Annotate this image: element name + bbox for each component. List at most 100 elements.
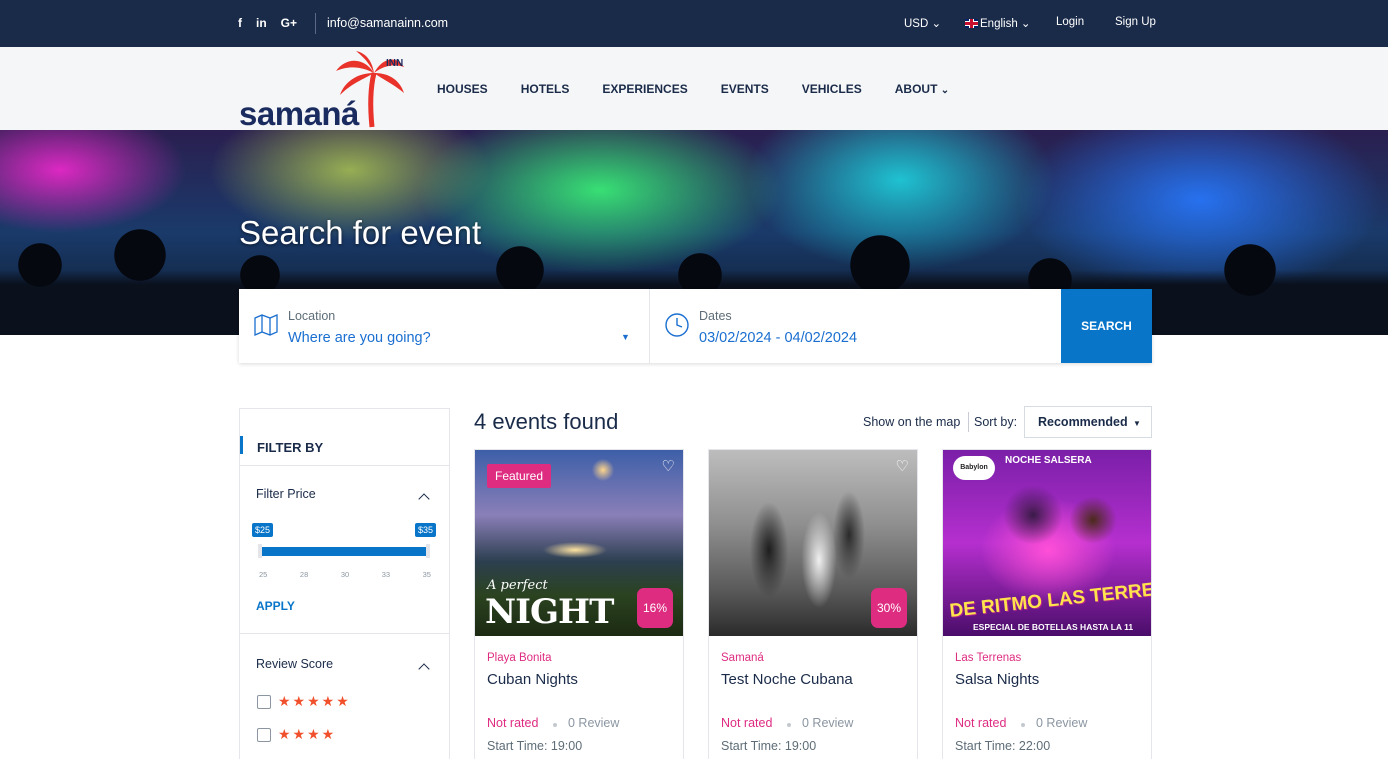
event-image[interactable]: ♡ 30% — [709, 450, 917, 636]
samana-inn-logo[interactable]: samaná INN — [238, 51, 408, 132]
dates-field[interactable]: Dates 03/02/2024 - 04/02/2024 — [650, 289, 1061, 363]
nav-houses[interactable]: HOUSES — [437, 82, 488, 96]
event-title[interactable]: Salsa Nights — [955, 671, 1039, 688]
filter-sidebar: FILTER BY Filter Price $25 $35 25 28 30 … — [239, 408, 450, 759]
price-slider-ticks: 25 28 30 33 35 — [259, 570, 431, 579]
review-score-5[interactable]: ★★★★★ — [257, 693, 351, 710]
review-score-title: Review Score — [256, 657, 334, 671]
search-button[interactable]: SEARCH — [1061, 289, 1152, 363]
currency-selector[interactable]: USD ⌄ — [904, 16, 941, 30]
event-start-time: Start Time: 19:00 — [487, 739, 583, 753]
review-score-4[interactable]: ★★★★ — [257, 726, 336, 743]
event-reviews: 0 Review — [1036, 716, 1088, 730]
event-image[interactable]: Babylon NOCHE SALSERA DE RITMO LAS TERRE… — [943, 450, 1151, 636]
event-start-time: Start Time: 22:00 — [955, 739, 1051, 753]
event-rating: Not rated — [487, 716, 539, 730]
event-title[interactable]: Cuban Nights — [487, 671, 578, 688]
sort-label: Sort by: — [974, 415, 1018, 429]
tick-label: 25 — [259, 570, 268, 579]
event-card[interactable]: Babylon NOCHE SALSERA DE RITMO LAS TERRE… — [942, 449, 1152, 759]
facebook-icon[interactable]: f — [238, 16, 242, 30]
logo-wordmark: samaná — [239, 95, 359, 132]
dates-input[interactable]: 03/02/2024 - 04/02/2024 — [699, 330, 857, 346]
linkedin-icon[interactable]: in — [256, 16, 267, 30]
image-caption: NIGHT — [485, 592, 614, 632]
discount-badge: 16% — [637, 588, 673, 628]
price-min-tag: $25 — [252, 523, 274, 537]
image-caption: ESPECIAL DE BOTELLAS HASTA LA 11 — [973, 622, 1134, 632]
event-rating: Not rated — [955, 716, 1007, 730]
signup-link[interactable]: Sign Up — [1115, 16, 1156, 28]
hero-title: Search for event — [239, 214, 482, 251]
separator-dot — [553, 723, 557, 727]
divider — [240, 633, 449, 634]
tick-label: 35 — [422, 570, 431, 579]
checkbox[interactable] — [257, 727, 271, 742]
language-selector[interactable]: English ⌄ — [965, 16, 1031, 30]
chevron-down-icon: ⌄ — [940, 85, 950, 96]
sort-select[interactable]: Recommended ▼ — [1024, 406, 1152, 438]
divider — [968, 412, 969, 432]
price-slider-max-handle[interactable] — [426, 544, 430, 558]
heart-icon[interactable]: ♡ — [896, 457, 909, 475]
results-count: 4 events found — [474, 409, 619, 434]
event-image[interactable]: A perfect NIGHT Featured ♡ 16% — [475, 450, 683, 636]
heart-icon[interactable]: ♡ — [662, 457, 675, 475]
dropdown-caret-icon[interactable]: ▼ — [621, 332, 630, 342]
nav-vehicles[interactable]: VEHICLES — [802, 82, 862, 96]
map-icon — [254, 314, 278, 336]
dates-label: Dates — [699, 309, 732, 323]
nav-experiences[interactable]: EXPERIENCES — [602, 82, 687, 96]
separator-dot — [1021, 723, 1025, 727]
event-start-time: Start Time: 19:00 — [721, 739, 817, 753]
main-nav: HOUSES HOTELS EXPERIENCES EVENTS VEHICLE… — [437, 82, 949, 96]
caret-down-icon: ▼ — [1133, 419, 1141, 428]
event-location: Samaná — [721, 652, 764, 664]
tick-label: 30 — [340, 570, 350, 579]
nav-events[interactable]: EVENTS — [721, 82, 769, 96]
chevron-down-icon: ⌄ — [931, 18, 942, 30]
divider — [240, 465, 449, 466]
event-location: Playa Bonita — [487, 652, 552, 664]
tick-label: 33 — [381, 570, 391, 579]
nav-about[interactable]: ABOUT ⌄ — [895, 82, 949, 96]
uk-flag-icon — [965, 19, 978, 28]
chevron-up-icon[interactable] — [418, 493, 430, 505]
apply-price-button[interactable]: APPLY — [256, 599, 295, 613]
location-field[interactable]: Location Where are you going? ▼ — [239, 289, 649, 363]
tick-label: 28 — [299, 570, 309, 579]
clock-icon — [665, 313, 689, 337]
event-card[interactable]: A perfect NIGHT Featured ♡ 16% Playa Bon… — [474, 449, 684, 759]
separator-dot — [787, 723, 791, 727]
image-caption: A perfect — [487, 578, 548, 593]
google-plus-icon[interactable]: G+ — [281, 16, 297, 30]
checkbox[interactable] — [257, 694, 271, 709]
image-caption: NOCHE SALSERA — [1005, 455, 1092, 466]
featured-badge: Featured — [487, 464, 552, 488]
discount-badge: 30% — [871, 588, 907, 628]
chevron-down-icon: ⌄ — [1020, 18, 1031, 30]
show-on-map-link[interactable]: Show on the map — [863, 415, 960, 429]
event-card[interactable]: ♡ 30% Samaná Test Noche Cubana Not rated… — [708, 449, 918, 759]
top-bar: f in G+ info@samanainn.com USD ⌄ English… — [0, 0, 1388, 47]
event-reviews: 0 Review — [568, 716, 620, 730]
price-max-tag: $35 — [415, 523, 437, 537]
star-rating-icon: ★★★★★ — [278, 693, 351, 709]
contact-email[interactable]: info@samanainn.com — [327, 16, 448, 30]
search-bar: Location Where are you going? ▼ Dates 03… — [239, 289, 1152, 363]
location-label: Location — [288, 309, 336, 323]
login-link[interactable]: Login — [1056, 16, 1084, 28]
logo-suffix: INN — [386, 58, 404, 69]
main-header: samaná INN HOUSES HOTELS EXPERIENCES EVE… — [0, 47, 1388, 132]
chevron-up-icon[interactable] — [418, 663, 430, 675]
event-title[interactable]: Test Noche Cubana — [721, 671, 853, 688]
social-links: f in G+ — [238, 16, 297, 30]
filter-title: FILTER BY — [240, 436, 323, 455]
location-input[interactable]: Where are you going? — [288, 330, 431, 346]
image-caption: DE RITMO LAS TERRENAS — [948, 575, 1151, 622]
filter-price-title: Filter Price — [256, 487, 316, 501]
nav-hotels[interactable]: HOTELS — [521, 82, 570, 96]
price-slider-min-handle[interactable] — [258, 544, 262, 558]
venue-logo: Babylon — [953, 456, 995, 480]
event-location: Las Terrenas — [955, 652, 1022, 664]
